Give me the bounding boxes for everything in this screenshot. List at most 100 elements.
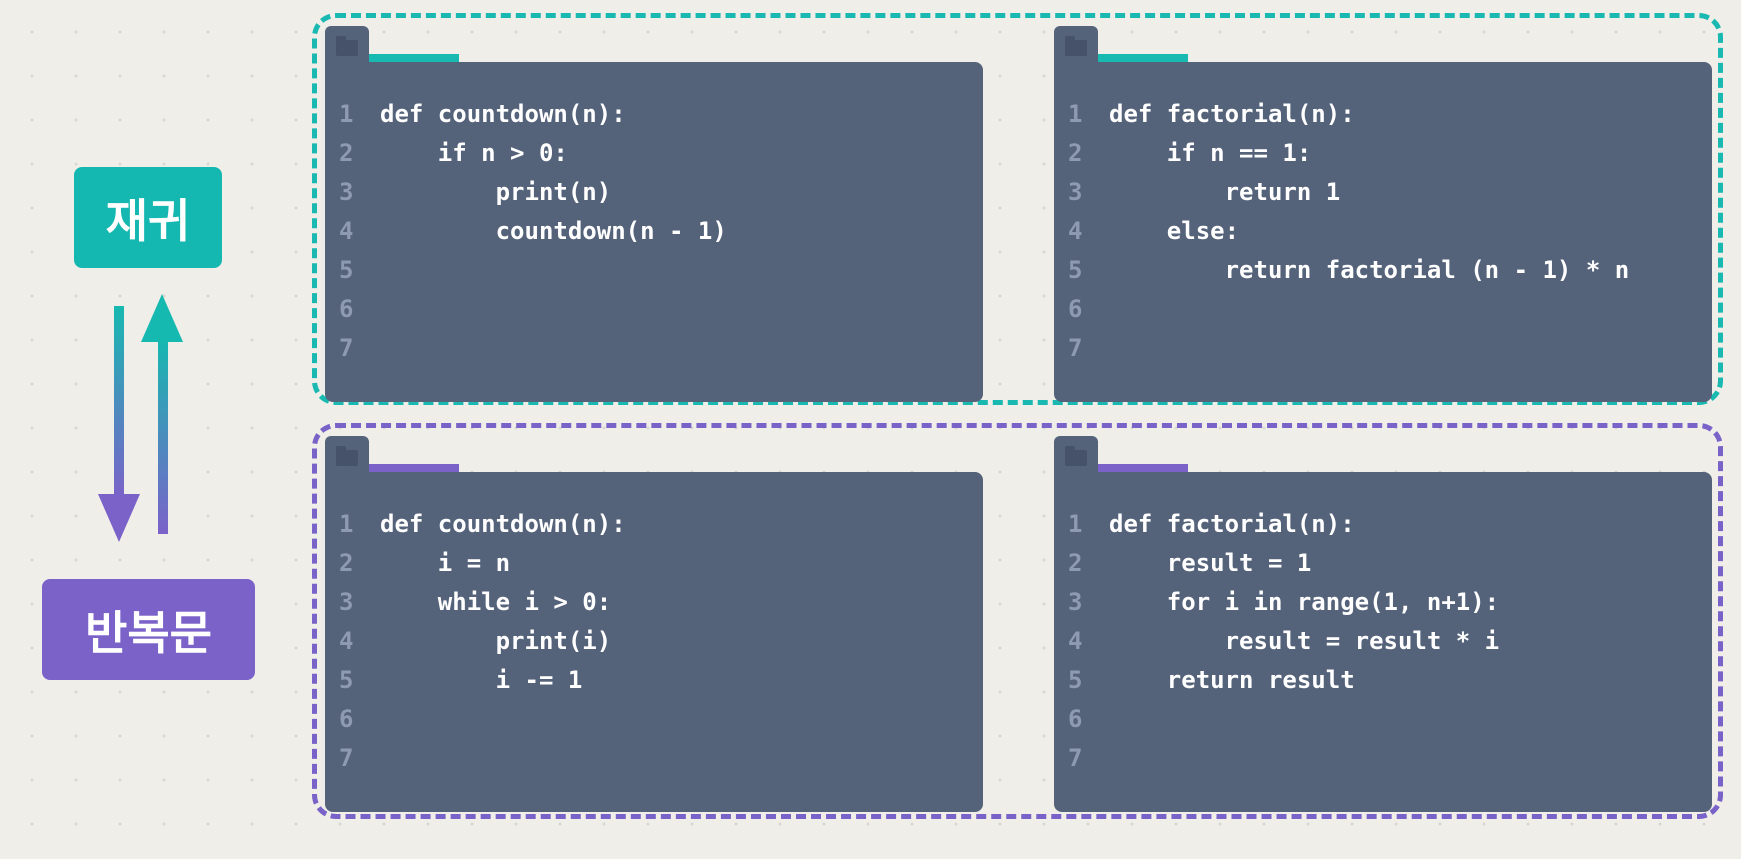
iterative-countdown-editor: 1 def countdown(n): 2 i = n3 while i > 0: 4…	[325, 436, 983, 812]
code-text: def factorial(n):	[1109, 510, 1355, 538]
code-line: 6	[325, 700, 983, 739]
folder-icon	[336, 446, 358, 466]
line-number: 7	[339, 744, 354, 772]
code-text: print(n)	[380, 178, 612, 206]
recursive-factorial-editor: 1 def factorial(n): 2 if n == 1: 3 return 1…	[1054, 26, 1712, 402]
code-line: 5 i -= 1	[325, 661, 983, 700]
code-text: def factorial(n):	[1109, 100, 1355, 128]
code-text: i -= 1	[380, 666, 583, 694]
line-number: 5	[1068, 666, 1083, 694]
code-area: 1 def countdown(n): 2 if n > 0: 3 print(n) 4…	[325, 62, 983, 402]
line-number: 4	[339, 627, 354, 655]
line-number: 7	[1068, 744, 1083, 772]
line-number: 4	[339, 217, 354, 245]
tab-accent-bar	[1098, 464, 1188, 472]
code-text: if n == 1:	[1109, 139, 1312, 167]
code-text: if n > 0:	[380, 139, 568, 167]
code-line: 5 return result	[1054, 661, 1712, 700]
code-line: 3 while i > 0:	[325, 583, 983, 622]
line-number: 4	[1068, 217, 1083, 245]
code-text: i = n	[380, 549, 511, 577]
code-line: 7	[1054, 739, 1712, 778]
code-area: 1 def countdown(n): 2 i = n3 while i > 0: 4…	[325, 472, 983, 812]
code-line: 2 if n == 1:	[1054, 134, 1712, 173]
line-number: 7	[1068, 334, 1083, 362]
code-text: def countdown(n):	[380, 100, 626, 128]
line-number: 6	[339, 295, 354, 323]
line-number: 5	[339, 256, 354, 284]
code-line: 2 if n > 0:	[325, 134, 983, 173]
code-area: 1 def factorial(n): 2 result = 13 for i in…	[1054, 472, 1712, 812]
line-number: 1	[1068, 510, 1083, 538]
code-line: 1 def factorial(n):	[1054, 95, 1712, 134]
code-line: 6	[1054, 290, 1712, 329]
code-line: 4 print(i)	[325, 622, 983, 661]
code-line: 7	[325, 739, 983, 778]
iterative-factorial-editor: 1 def factorial(n): 2 result = 13 for i in…	[1054, 436, 1712, 812]
line-number: 6	[1068, 295, 1083, 323]
recursion-label: 재귀	[74, 167, 222, 268]
code-area: 1 def factorial(n): 2 if n == 1: 3 return 1…	[1054, 62, 1712, 402]
line-number: 2	[1068, 549, 1083, 577]
line-number: 1	[339, 510, 354, 538]
line-number: 1	[1068, 100, 1083, 128]
line-number: 2	[339, 139, 354, 167]
code-line: 2 i = n	[325, 544, 983, 583]
code-text: while i > 0:	[380, 588, 612, 616]
iteration-label: 반복문	[42, 579, 255, 680]
tab-accent-bar	[369, 464, 459, 472]
code-line: 3 for i in range(1, n+1):	[1054, 583, 1712, 622]
code-line: 7	[325, 329, 983, 368]
code-line: 7	[1054, 329, 1712, 368]
folder-icon	[1065, 446, 1087, 466]
line-number: 3	[1068, 588, 1083, 616]
code-line: 1 def factorial(n):	[1054, 505, 1712, 544]
code-line: 4 result = result * i	[1054, 622, 1712, 661]
code-text: return 1	[1109, 178, 1341, 206]
line-number: 5	[1068, 256, 1083, 284]
code-line: 4 countdown(n - 1)	[325, 212, 983, 251]
line-number: 1	[339, 100, 354, 128]
code-line: 6	[325, 290, 983, 329]
code-line: 2 result = 1	[1054, 544, 1712, 583]
line-number: 3	[1068, 178, 1083, 206]
line-number: 6	[339, 705, 354, 733]
code-text: result = result * i	[1109, 627, 1500, 655]
code-text: return result	[1109, 666, 1355, 694]
recursive-countdown-editor: 1 def countdown(n): 2 if n > 0: 3 print(n) 4…	[325, 26, 983, 402]
code-text: countdown(n - 1)	[380, 217, 727, 245]
code-line: 3 print(n)	[325, 173, 983, 212]
code-text: def countdown(n):	[380, 510, 626, 538]
line-number: 2	[339, 549, 354, 577]
code-line: 4 else:	[1054, 212, 1712, 251]
code-text: print(i)	[380, 627, 612, 655]
tab-accent-bar	[369, 54, 459, 62]
code-line: 1 def countdown(n):	[325, 505, 983, 544]
code-line: 5 return factorial (n - 1) * n	[1054, 251, 1712, 290]
code-line: 1 def countdown(n):	[325, 95, 983, 134]
code-text: return factorial (n - 1) * n	[1109, 256, 1630, 284]
bidirectional-arrows-icon	[98, 294, 183, 542]
code-line: 6	[1054, 700, 1712, 739]
line-number: 4	[1068, 627, 1083, 655]
code-text: for i in range(1, n+1):	[1109, 588, 1500, 616]
folder-icon	[336, 36, 358, 56]
line-number: 3	[339, 178, 354, 206]
line-number: 7	[339, 334, 354, 362]
folder-icon	[1065, 36, 1087, 56]
line-number: 3	[339, 588, 354, 616]
tab-accent-bar	[1098, 54, 1188, 62]
line-number: 6	[1068, 705, 1083, 733]
code-line: 3 return 1	[1054, 173, 1712, 212]
code-text: result = 1	[1109, 549, 1312, 577]
code-text: else:	[1109, 217, 1240, 245]
